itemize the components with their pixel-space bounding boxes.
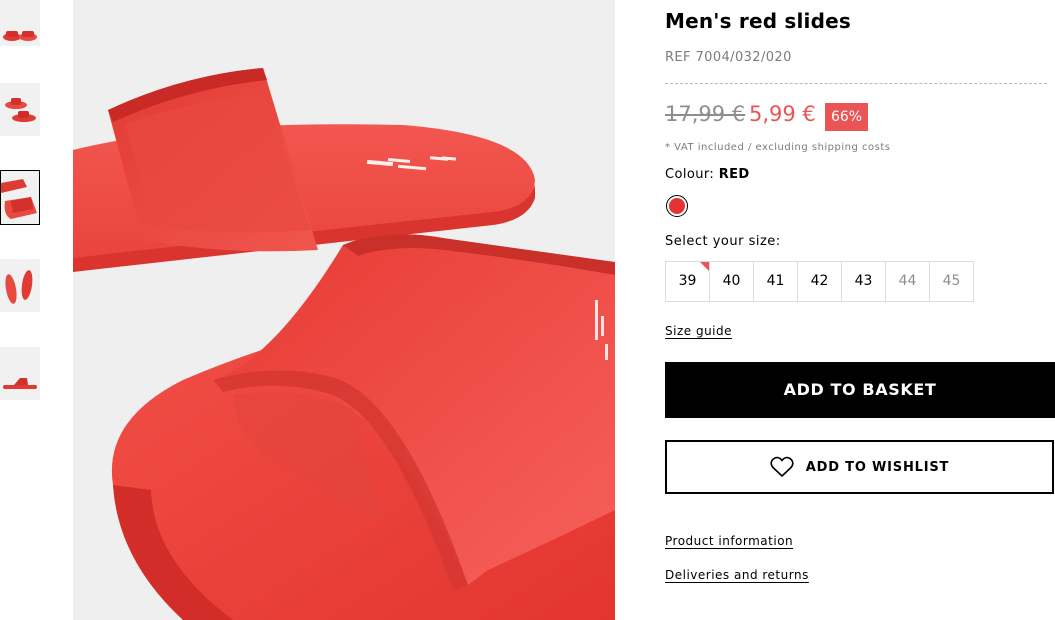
- slide-top-view-image: [0, 0, 40, 46]
- size-label: Select your size:: [665, 234, 781, 249]
- deliveries-returns-link[interactable]: Deliveries and returns: [665, 568, 809, 582]
- product-information-link[interactable]: Product information: [665, 534, 793, 548]
- size-option[interactable]: 39: [665, 261, 710, 302]
- size-option[interactable]: 43: [841, 261, 886, 302]
- size-option-label: 40: [722, 273, 741, 289]
- slide-bottom-view-image: [0, 259, 40, 312]
- divider: [665, 83, 1047, 84]
- product-page: Men's red slides REF 7004/032/020 17,99 …: [0, 0, 1055, 620]
- product-details-panel: Men's red slides REF 7004/032/020 17,99 …: [665, 0, 1055, 620]
- red-slides-photo: [73, 0, 615, 620]
- slide-side-view-image: [0, 347, 40, 400]
- ref-value: 7004/032/020: [695, 50, 792, 65]
- size-option-label: 44: [898, 273, 917, 289]
- slide-closeup-image: [1, 171, 39, 224]
- colour-label-text: Colour:: [665, 167, 715, 182]
- sale-price: 5,99 €: [749, 102, 816, 126]
- heart-outline-icon: [770, 456, 794, 477]
- product-title: Men's red slides: [665, 9, 852, 33]
- wishlist-label: ADD TO WISHLIST: [805, 459, 950, 475]
- slide-pair-image: [0, 83, 40, 136]
- thumbnail-1[interactable]: [0, 0, 40, 46]
- thumbnail-5[interactable]: [0, 347, 40, 400]
- add-to-wishlist-button[interactable]: ADD TO WISHLIST: [665, 440, 1054, 494]
- size-option-label: 42: [810, 273, 829, 289]
- swatch-fill: [669, 198, 685, 214]
- size-option-unavailable[interactable]: 45: [929, 261, 974, 302]
- main-product-image: [73, 0, 615, 620]
- thumbnail-3[interactable]: [0, 170, 40, 225]
- colour-value: RED: [718, 167, 750, 182]
- discount-badge: 66%: [825, 103, 868, 131]
- colour-swatch-red[interactable]: [666, 195, 688, 217]
- thumbnail-2[interactable]: [0, 83, 40, 136]
- ref-label: REF: [665, 50, 691, 65]
- thumbnail-4[interactable]: [0, 259, 40, 312]
- size-option-label: 45: [942, 273, 961, 289]
- size-guide-link[interactable]: Size guide: [665, 324, 732, 338]
- size-option[interactable]: 40: [709, 261, 754, 302]
- size-selector: 39 40 41 42 43 44 45: [665, 261, 974, 302]
- size-option[interactable]: 41: [753, 261, 798, 302]
- colour-label: Colour: RED: [665, 167, 750, 182]
- original-price: 17,99 €: [665, 102, 746, 126]
- size-option[interactable]: 42: [797, 261, 842, 302]
- size-option-label: 43: [854, 273, 873, 289]
- size-option-unavailable[interactable]: 44: [885, 261, 930, 302]
- low-stock-indicator: [700, 262, 709, 271]
- add-to-basket-button[interactable]: ADD TO BASKET: [665, 362, 1055, 418]
- vat-note: * VAT included / excluding shipping cost…: [665, 142, 891, 153]
- size-option-label: 39: [678, 273, 697, 289]
- product-reference: REF 7004/032/020: [665, 50, 792, 65]
- size-option-label: 41: [766, 273, 785, 289]
